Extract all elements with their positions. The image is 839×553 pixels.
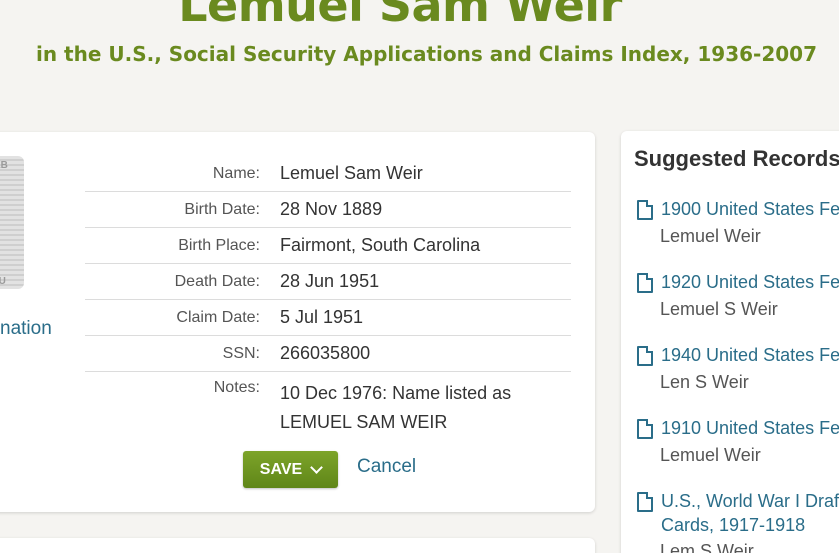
save-button-label: SAVE — [259, 460, 303, 478]
page-title: Lemuel Sam Weir — [178, 0, 622, 32]
record-image-thumbnail[interactable]: EB PU — [0, 156, 24, 289]
suggested-record-name: Len S Weir — [660, 372, 749, 392]
secondary-card — [0, 538, 595, 553]
chevron-down-icon — [310, 460, 324, 474]
suggested-record-link[interactable]: 1900 United States Fe — [661, 197, 839, 221]
field-label: Name: — [212, 164, 260, 182]
document-icon — [637, 273, 653, 293]
page-subtitle: in the U.S., Social Security Application… — [36, 42, 817, 66]
cancel-link[interactable]: Cancel — [357, 456, 416, 478]
field-value: 5 Jul 1951 — [280, 307, 364, 327]
suggested-record-link[interactable]: 1910 United States Fe — [661, 416, 839, 440]
suggested-record-name: Lemuel Weir — [660, 445, 761, 465]
document-icon — [637, 346, 653, 366]
field-value: 28 Nov 1889 — [280, 199, 383, 219]
record-fields: Name: Lemuel Sam Weir Birth Date: 28 Nov… — [85, 156, 571, 437]
field-value: 266035800 — [280, 343, 371, 363]
thumbnail-text-top: EB — [0, 160, 8, 171]
document-icon — [637, 419, 653, 439]
field-label: Death Date: — [174, 272, 260, 290]
suggested-record-name: Lemuel S Weir — [660, 299, 778, 319]
document-icon — [637, 200, 653, 220]
field-label: Claim Date: — [176, 308, 260, 326]
field-value: 10 Dec 1976: Name listed as LEMUEL SAM W… — [280, 383, 512, 432]
suggested-record-link[interactable]: U.S., World War I Draf Cards, 1917-1918 — [661, 489, 839, 537]
field-value: 28 Jun 1951 — [280, 271, 380, 291]
field-row-ssn: SSN: 266035800 — [85, 336, 571, 372]
suggested-record-link[interactable]: 1920 United States Fe — [661, 270, 839, 294]
suggested-record-link[interactable]: 1940 United States Fe — [661, 343, 839, 367]
field-row-birth-place: Birth Place: Fairmont, South Carolina — [85, 228, 571, 264]
page: Lemuel Sam Weir in the U.S., Social Secu… — [0, 0, 839, 553]
image-info-link[interactable]: nation — [0, 318, 52, 340]
field-value: Lemuel Sam Weir — [280, 163, 423, 183]
field-label: SSN: — [222, 344, 260, 362]
suggested-records-title: Suggested Records — [634, 146, 839, 171]
field-row-death-date: Death Date: 28 Jun 1951 — [85, 264, 571, 300]
field-value: Fairmont, South Carolina — [280, 235, 481, 255]
field-row-birth-date: Birth Date: 28 Nov 1889 — [85, 192, 571, 228]
field-row-name: Name: Lemuel Sam Weir — [85, 156, 571, 192]
field-row-claim-date: Claim Date: 5 Jul 1951 — [85, 300, 571, 336]
suggested-record-name: Lem S Weir — [660, 541, 754, 553]
field-label: Notes: — [213, 379, 260, 396]
suggested-record-name: Lemuel Weir — [660, 226, 761, 246]
field-label: Birth Place: — [178, 236, 260, 254]
field-label: Birth Date: — [184, 200, 260, 218]
thumbnail-text-bottom: PU — [0, 276, 6, 287]
document-icon — [637, 492, 653, 512]
save-button[interactable]: SAVE — [243, 451, 338, 488]
field-row-notes: Notes: 10 Dec 1976: Name listed as LEMUE… — [85, 372, 571, 437]
